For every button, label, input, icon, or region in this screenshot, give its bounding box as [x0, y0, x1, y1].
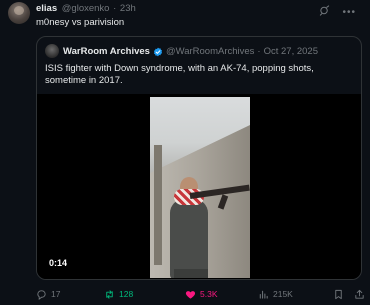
tweet-header: elias @gloxenko · 23h	[36, 3, 136, 14]
like-count: 5.3K	[200, 289, 218, 299]
author-name[interactable]: elias	[36, 3, 57, 14]
quoted-author-name[interactable]: WarRoom Archives	[63, 46, 150, 57]
repost-icon	[106, 289, 113, 299]
more-icon[interactable]: •••	[342, 7, 356, 18]
bookmark-icon	[335, 289, 342, 299]
like-icon	[185, 290, 196, 299]
share-icon	[355, 289, 364, 299]
figure-body	[170, 199, 208, 278]
bookmark-button[interactable]	[333, 287, 344, 301]
video-player[interactable]: 0:14	[37, 94, 361, 279]
tweet-actions: 17 128 5.3K 215K	[36, 287, 366, 301]
grok-icon[interactable]	[319, 3, 330, 21]
separator-dot: ·	[113, 3, 117, 14]
video-timestamp: 0:14	[49, 258, 68, 268]
repost-button[interactable]: 128	[104, 287, 133, 301]
pillar-shape	[154, 145, 162, 265]
figure-legs	[174, 269, 208, 278]
tweet-text: m0nesy vs parivision	[36, 17, 125, 28]
reply-button[interactable]: 17	[36, 287, 60, 301]
quoted-author-handle[interactable]: @WarRoomArchives	[166, 46, 254, 57]
views-button[interactable]: 215K	[258, 287, 293, 301]
separator-dot: ·	[257, 46, 261, 57]
views-count: 215K	[273, 289, 293, 299]
tweet[interactable]: elias @gloxenko · 23h ••• m0nesy vs pari…	[0, 0, 370, 305]
video-thumbnail[interactable]	[150, 97, 250, 278]
share-button[interactable]	[354, 287, 365, 301]
repost-count: 128	[119, 289, 134, 299]
quoted-header: WarRoom Archives @WarRoomArchives · Oct …	[63, 46, 318, 57]
quoted-text: ISIS fighter with Down syndrome, with an…	[45, 63, 314, 86]
quoted-tweet[interactable]: WarRoom Archives @WarRoomArchives · Oct …	[36, 36, 362, 280]
quoted-avatar[interactable]	[45, 44, 59, 58]
tweet-header-actions: •••	[319, 3, 356, 21]
verified-icon	[153, 47, 163, 56]
views-icon	[259, 290, 268, 299]
quoted-date[interactable]: Oct 27, 2025	[264, 46, 318, 57]
avatar[interactable]	[8, 2, 30, 24]
like-button[interactable]: 5.3K	[185, 287, 218, 301]
reply-count: 17	[51, 289, 61, 299]
tweet-time[interactable]: 23h	[120, 3, 136, 14]
author-handle[interactable]: @gloxenko	[62, 3, 110, 14]
reply-icon	[37, 289, 46, 300]
